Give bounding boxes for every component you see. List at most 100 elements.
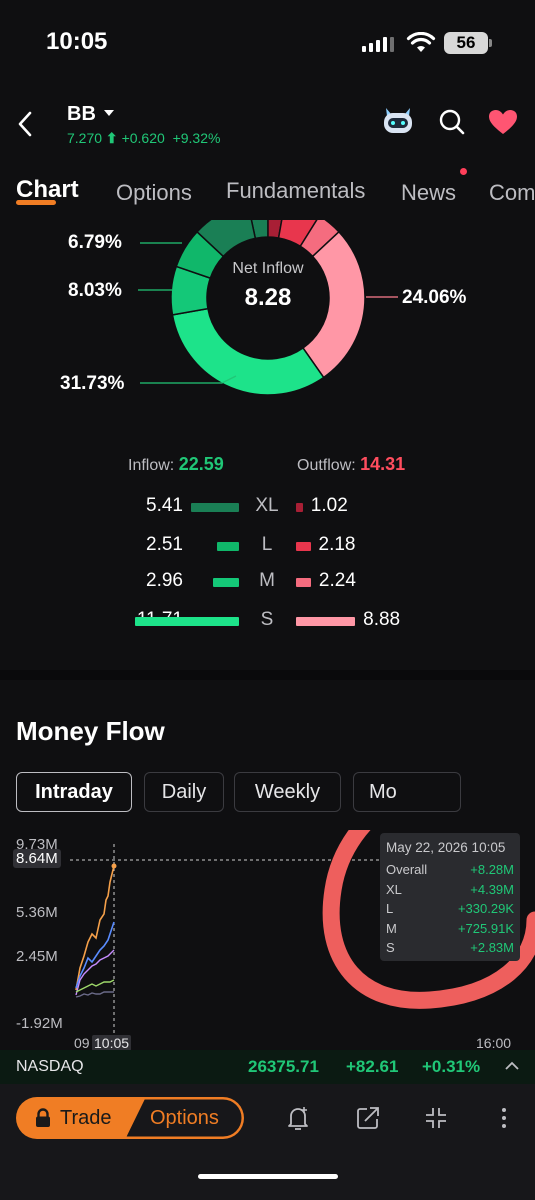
- size-xl-label: XL: [255, 495, 279, 516]
- up-arrow-icon: ⬆: [102, 130, 118, 146]
- tooltip-row: Overall +8.28M: [386, 860, 514, 880]
- wifi-icon: [406, 32, 436, 52]
- tab-options[interactable]: Options: [116, 180, 192, 206]
- tooltip-key: S: [386, 940, 395, 955]
- outflow-xl-bar: [296, 503, 303, 512]
- lock-icon: [36, 1108, 50, 1127]
- index-ticker-bar[interactable]: NASDAQ 26375.71 +82.61 +0.31%: [0, 1050, 535, 1084]
- cellular-signal-icon: [362, 36, 394, 52]
- outflow-l-value: 2.18: [318, 534, 356, 555]
- index-value: 26375.71: [248, 1057, 319, 1076]
- inflow-value: 22.59: [178, 454, 224, 474]
- last-price: 7.270: [67, 130, 103, 146]
- outflow-m-bar: [296, 578, 311, 587]
- tooltip-row: XL +4.39M: [386, 880, 514, 900]
- tooltip-key: L: [386, 901, 394, 916]
- battery-tip: [489, 39, 492, 47]
- tooltip-row: M +725.91K: [386, 919, 514, 939]
- tab-active-indicator: [16, 200, 56, 205]
- series-l-line: [75, 991, 114, 998]
- index-change: +82.61: [346, 1057, 399, 1076]
- status-time: 10:05: [46, 28, 108, 55]
- back-arrow-icon[interactable]: [16, 110, 34, 138]
- x-label-crosshair: 10:05: [92, 1035, 132, 1051]
- inflow-xl-value: 5.41: [146, 495, 183, 516]
- tooltip-key: M: [386, 920, 397, 936]
- index-name: NASDAQ: [16, 1058, 84, 1075]
- donut-pct-s-out: 24.06%: [402, 287, 467, 308]
- net-inflow-label: Net Inflow: [232, 260, 304, 277]
- tooltip-date: May 22, 2026 10:05: [386, 840, 506, 855]
- price-change: +0.620: [121, 130, 165, 146]
- tooltip-value: +8.28M: [470, 862, 514, 877]
- tooltip-value: +4.39M: [470, 881, 514, 897]
- price-change-pct: +9.32%: [172, 130, 221, 146]
- tooltip-value: +2.83M: [470, 940, 514, 955]
- series-m-line: [75, 979, 115, 993]
- inflow-heading: Inflow: 22.59: [128, 454, 224, 475]
- outflow-m-value: 2.24: [318, 570, 356, 591]
- tab-news[interactable]: News: [401, 180, 456, 206]
- favorite-heart-icon[interactable]: [488, 109, 518, 135]
- scroll-clip: [0, 216, 535, 220]
- inflow-m-value: 2.96: [146, 570, 183, 591]
- x-label-open: 09: [74, 1035, 90, 1051]
- x-label-close: 16:00: [476, 1035, 512, 1051]
- inflow-l-value: 2.51: [146, 534, 183, 555]
- tooltip-row: S +2.83M: [386, 938, 514, 958]
- net-inflow-value: 8.28: [244, 284, 292, 311]
- inflow-xl-bar: [190, 503, 239, 512]
- outflow-s-value: 8.88: [363, 609, 401, 630]
- outflow-value: 14.31: [360, 454, 406, 474]
- outflow-heading: Outflow: 14.31: [297, 454, 405, 475]
- donut-segment-s-in: [171, 307, 325, 396]
- size-s-label: S: [260, 609, 274, 630]
- period-intraday-button[interactable]: Intraday: [16, 772, 132, 812]
- outflow-l-bar: [296, 542, 311, 551]
- trade-options-group: Trade Options: [16, 1097, 244, 1139]
- size-l-label: L: [261, 534, 273, 555]
- more-menu-icon[interactable]: [499, 1106, 509, 1130]
- inflow-s-bar: [135, 617, 239, 626]
- ticker-symbol[interactable]: BB: [67, 103, 96, 126]
- period-weekly-button[interactable]: Weekly: [234, 772, 341, 812]
- options-button[interactable]: Options: [150, 1107, 219, 1130]
- inflow-label: Inflow:: [128, 457, 175, 474]
- tooltip-value: +725.91K: [457, 920, 514, 936]
- chart-tooltip: May 22, 2026 10:05 Overall +8.28M XL +4.39M…: [380, 833, 520, 961]
- tooltip-value: +330.29K: [457, 901, 514, 916]
- tooltip-row: L +330.29K: [386, 899, 514, 919]
- tab-fundamentals[interactable]: Fundamentals: [226, 178, 365, 204]
- tooltip-key: Overall: [386, 862, 428, 877]
- tab-bar: Chart Options Fundamentals News Com: [0, 176, 535, 216]
- outflow-s-bar: [296, 617, 356, 626]
- price-line: 7.270 ⬆ +0.620 +9.32%: [67, 130, 220, 147]
- search-icon[interactable]: [438, 108, 466, 136]
- money-flow-title: Money Flow: [16, 716, 165, 746]
- index-change-pct: +0.31%: [422, 1057, 481, 1076]
- news-notification-dot: [460, 168, 467, 175]
- donut-pct-s-in: 31.73%: [60, 373, 125, 394]
- chevron-up-icon[interactable]: [504, 1059, 520, 1073]
- inflow-l-bar: [216, 542, 239, 551]
- period-daily-button[interactable]: Daily: [144, 772, 224, 812]
- size-m-label: M: [259, 570, 275, 591]
- tooltip-key: XL: [386, 881, 402, 897]
- chevron-down-icon[interactable]: [103, 108, 115, 118]
- outflow-xl-value: 1.02: [310, 495, 348, 516]
- outflow-label: Outflow:: [297, 457, 356, 474]
- donut-pct-l-in: 8.03%: [68, 280, 122, 301]
- price-alert-bell-icon[interactable]: [285, 1104, 311, 1132]
- robot-assistant-icon[interactable]: [380, 104, 416, 136]
- section-divider: [0, 670, 535, 680]
- crosshair-point: [111, 863, 117, 869]
- trade-button[interactable]: Trade: [60, 1107, 112, 1130]
- battery-icon: 56: [444, 32, 488, 54]
- tab-community[interactable]: Com: [489, 180, 535, 206]
- home-indicator: [198, 1174, 338, 1179]
- inflow-m-bar: [212, 578, 239, 587]
- share-icon[interactable]: [355, 1105, 381, 1131]
- collapse-fullscreen-icon[interactable]: [424, 1106, 448, 1130]
- period-monthly-button[interactable]: Mo: [353, 772, 461, 812]
- donut-pct-xl-in: 6.79%: [68, 232, 122, 253]
